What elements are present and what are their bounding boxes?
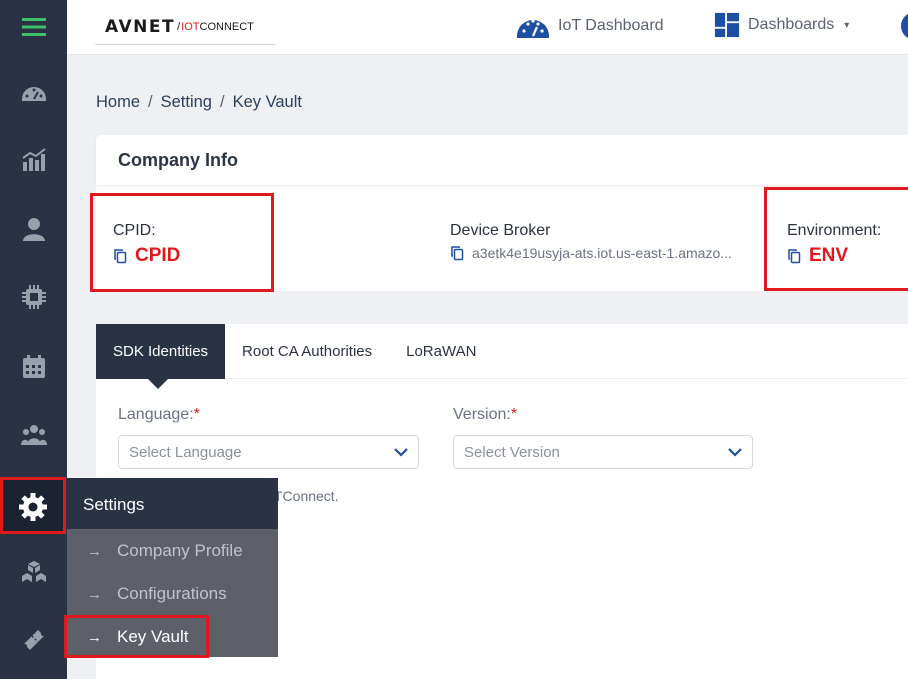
tab-bar: SDK Identities Root CA Authorities LoRaW… — [96, 324, 908, 389]
group-users-icon[interactable] — [0, 410, 67, 460]
language-label: Language:* — [118, 406, 200, 423]
chip-icon[interactable] — [0, 272, 67, 322]
version-label: Version:* — [453, 406, 518, 423]
company-info-title: Company Info — [96, 135, 908, 186]
calendar-icon[interactable] — [0, 342, 67, 392]
breadcrumb-separator: / — [219, 93, 225, 111]
flyout-item-label: Configurations — [117, 584, 227, 603]
breadcrumb-setting[interactable]: Setting — [161, 93, 212, 112]
breadcrumb: Home / Setting / Key Vault — [96, 93, 302, 112]
logo-iot-text: IOT — [181, 21, 200, 33]
chevron-down-icon: ▾ — [844, 19, 850, 31]
dashboards-label: Dashboards — [748, 16, 835, 33]
arrow-right-icon: → — [87, 542, 102, 560]
analytics-chart-icon[interactable] — [0, 135, 67, 185]
breadcrumb-home[interactable]: Home — [96, 93, 140, 112]
menu-icon[interactable] — [0, 2, 67, 52]
tab-lorawan[interactable]: LoRaWAN — [389, 324, 493, 379]
flyout-item-configurations[interactable]: → Configurations — [67, 574, 278, 614]
iot-dashboard-label: IoT Dashboard — [558, 17, 664, 34]
cpid-highlight-box — [90, 193, 274, 292]
avnet-iotconnect-logo[interactable]: AVNET / IOT CONNECT — [95, 10, 276, 45]
settings-flyout-title: Settings — [67, 478, 278, 529]
language-select[interactable]: Select Language — [118, 435, 419, 469]
flyout-item-company-profile[interactable]: → Company Profile — [67, 531, 278, 571]
device-broker-label: Device Broker — [450, 222, 551, 239]
gear-icon[interactable] — [0, 477, 66, 534]
tab-root-ca-authorities[interactable]: Root CA Authorities — [225, 324, 389, 379]
arrow-right-icon: → — [87, 585, 102, 603]
user-icon[interactable] — [0, 204, 67, 254]
top-bar: AVNET / IOT CONNECT IoT Dashboard Dashbo… — [67, 0, 908, 55]
version-placeholder: Select Version — [464, 443, 560, 461]
flyout-item-label: Company Profile — [117, 541, 243, 560]
breadcrumb-separator: / — [148, 93, 153, 111]
language-placeholder: Select Language — [129, 443, 242, 461]
chevron-down-icon — [394, 448, 408, 457]
dashboards-grid-icon — [714, 12, 740, 38]
cubes-icon[interactable] — [0, 548, 67, 598]
breadcrumb-current: Key Vault — [232, 93, 302, 111]
device-broker-field: Device Broker a3etk4e19usyja-ats.iot.us-… — [450, 222, 732, 261]
flyout-item-key-vault[interactable]: → Key Vault — [64, 615, 278, 658]
speedometer-icon — [517, 19, 549, 38]
dashboards-menu[interactable]: Dashboards ▾ — [714, 12, 849, 38]
logo-main-text: AVNET — [105, 17, 176, 37]
company-info-card: Company Info CPID: CPID Device Broker a3… — [90, 135, 908, 292]
device-broker-value: a3etk4e19usyja-ats.iot.us-east-1.amazo..… — [472, 245, 732, 261]
tab-sdk-identities[interactable]: SDK Identities — [96, 324, 226, 389]
version-select[interactable]: Select Version — [453, 435, 753, 469]
key-vault-highlight-box — [64, 615, 209, 658]
chevron-down-icon — [728, 448, 742, 457]
help-circle-icon[interactable] — [901, 12, 908, 40]
environment-highlight-box — [764, 187, 908, 291]
sdk-description-text: TConnect. — [274, 488, 339, 504]
logo-separator: / — [177, 21, 181, 33]
settings-flyout-menu: Settings → Company Profile → Configurati… — [64, 478, 278, 658]
iot-dashboard-link[interactable]: IoT Dashboard — [516, 12, 664, 40]
copy-icon[interactable] — [450, 245, 466, 261]
sidebar — [0, 0, 67, 679]
required-mark: * — [193, 406, 200, 423]
required-mark: * — [510, 406, 518, 423]
dashboard-gauge-icon[interactable] — [0, 68, 67, 118]
ticket-icon[interactable] — [0, 615, 67, 665]
logo-connect-text: CONNECT — [199, 21, 254, 33]
